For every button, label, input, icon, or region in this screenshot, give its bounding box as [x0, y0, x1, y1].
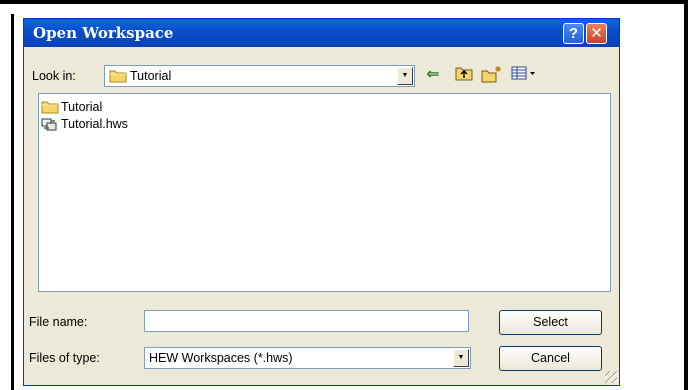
up-one-level-button[interactable] [454, 65, 474, 85]
files-of-type-label: Files of type: [29, 351, 100, 365]
list-item[interactable]: Tutorial [41, 98, 102, 116]
look-in-dropdown[interactable]: Tutorial ▼ [104, 65, 415, 87]
background-frame-right [684, 0, 688, 390]
background-frame-top [0, 0, 688, 4]
create-new-folder-button[interactable] [481, 65, 503, 85]
list-item[interactable]: Tutorial.hws [41, 115, 128, 133]
file-name-label: File name: [29, 315, 88, 329]
up-folder-icon [455, 67, 473, 81]
file-name-input[interactable] [144, 310, 469, 332]
back-arrow-icon: ⇐ [426, 66, 440, 83]
look-in-label: Look in: [32, 69, 76, 83]
file-list[interactable]: Tutorial Tutorial.hws [38, 93, 611, 292]
resize-grip[interactable] [605, 371, 617, 383]
view-menu-button[interactable] [511, 65, 539, 85]
cancel-button[interactable]: Cancel [499, 346, 602, 371]
files-of-type-value: HEW Workspaces (*.hws) [149, 351, 293, 365]
look-in-dropdown-arrow[interactable]: ▼ [397, 67, 413, 85]
new-folder-icon [481, 66, 501, 83]
close-button[interactable]: ✕ [586, 23, 607, 44]
files-of-type-dropdown[interactable]: HEW Workspaces (*.hws) ▼ [144, 347, 471, 369]
look-in-value: Tutorial [130, 69, 172, 83]
background-frame-left [11, 14, 14, 390]
list-item-name: Tutorial [61, 100, 103, 114]
files-of-type-dropdown-arrow[interactable]: ▼ [453, 349, 469, 367]
view-menu-icon [511, 66, 535, 80]
open-workspace-dialog: Open Workspace ? ✕ Look in: Tutorial ▼ ⇐ [23, 18, 620, 386]
select-button[interactable]: Select [499, 310, 602, 335]
dialog-title: Open Workspace [33, 24, 174, 42]
folder-icon [41, 101, 59, 114]
back-button[interactable]: ⇐ [424, 65, 442, 85]
workspace-file-icon [41, 118, 57, 131]
list-item-name: Tutorial.hws [61, 117, 128, 131]
title-bar[interactable]: Open Workspace ? ✕ [24, 19, 619, 47]
folder-icon [109, 70, 127, 83]
help-button[interactable]: ? [563, 23, 584, 44]
